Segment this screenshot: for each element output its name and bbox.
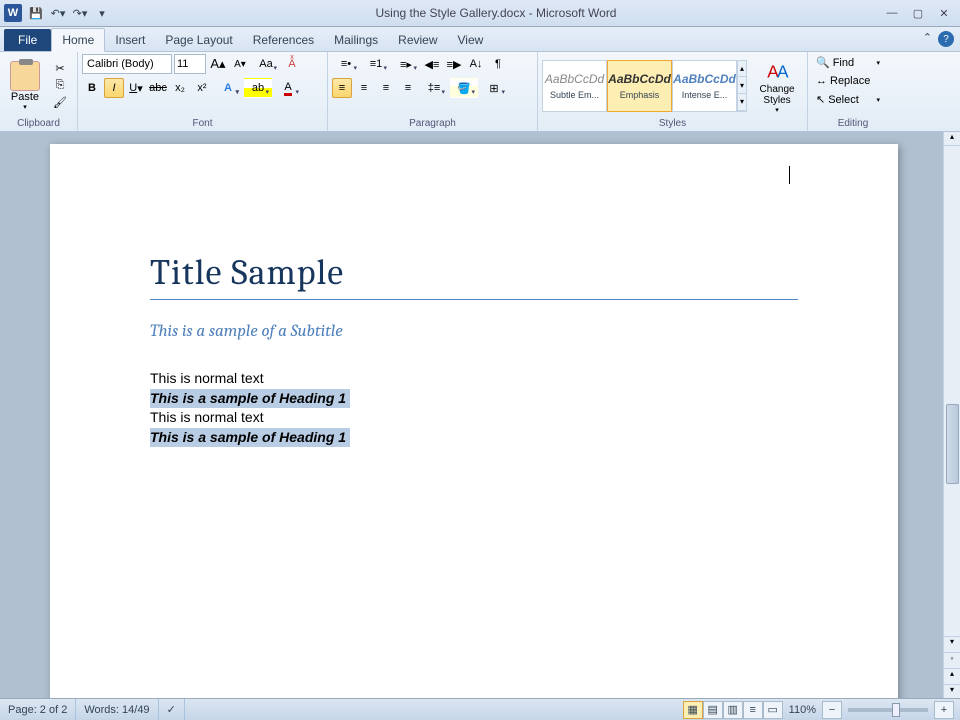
- style-subtle-emphasis[interactable]: AaBbCcDd Subtle Em...: [542, 60, 607, 112]
- style-intense-emphasis[interactable]: AaBbCcDd Intense E...: [672, 60, 737, 112]
- change-styles-icon: AA: [764, 58, 790, 84]
- fullscreen-view[interactable]: ▤: [703, 701, 723, 719]
- home-tab[interactable]: Home: [51, 28, 105, 52]
- font-color-icon[interactable]: A: [274, 78, 302, 98]
- superscript-button[interactable]: x²: [192, 78, 212, 98]
- undo-icon[interactable]: ↶▾: [48, 3, 68, 23]
- paste-icon: [10, 61, 40, 91]
- styles-group-label: Styles: [542, 117, 803, 131]
- sort-icon[interactable]: A↓: [466, 54, 486, 74]
- numbering-icon[interactable]: ≡1: [362, 54, 390, 74]
- replace-button[interactable]: ↔Replace: [812, 73, 884, 89]
- doc-line[interactable]: This is normal text: [150, 408, 798, 428]
- status-words[interactable]: Words: 14/49: [76, 699, 158, 720]
- replace-icon: ↔: [816, 75, 827, 87]
- multilevel-icon[interactable]: ≡▸: [392, 54, 420, 74]
- close-button[interactable]: ✕: [932, 4, 956, 22]
- decrease-indent-icon[interactable]: ◀≡: [422, 54, 442, 74]
- browse-object-icon[interactable]: ◦: [944, 652, 960, 666]
- format-painter-icon[interactable]: 🖌: [50, 95, 70, 111]
- doc-line[interactable]: This is a sample of Heading 1: [150, 389, 798, 409]
- minimize-ribbon-icon[interactable]: ⌃: [923, 31, 932, 47]
- bold-button[interactable]: B: [82, 78, 102, 98]
- style-emphasis[interactable]: AaBbCcDd Emphasis: [607, 60, 672, 112]
- show-hide-icon[interactable]: ¶: [488, 54, 508, 74]
- status-proofing-icon[interactable]: ✓: [159, 699, 185, 720]
- text-cursor: [789, 166, 790, 184]
- page-layout-tab[interactable]: Page Layout: [155, 29, 242, 51]
- change-case-icon[interactable]: Aa: [252, 54, 280, 74]
- find-button[interactable]: 🔍Find▾: [812, 54, 884, 71]
- doc-line[interactable]: This is a sample of Heading 1: [150, 428, 798, 448]
- change-styles-button[interactable]: AA Change Styles ▾: [751, 56, 803, 116]
- zoom-slider[interactable]: [848, 708, 928, 712]
- line-spacing-icon[interactable]: ‡≡: [420, 78, 448, 98]
- insert-tab[interactable]: Insert: [105, 29, 155, 51]
- print-layout-view[interactable]: ▦: [683, 701, 703, 719]
- clipboard-group-label: Clipboard: [4, 117, 73, 131]
- doc-subtitle[interactable]: This is a sample of a Subtitle: [150, 322, 798, 341]
- copy-icon[interactable]: ⎘: [50, 78, 70, 94]
- editing-group-label: Editing: [812, 117, 894, 131]
- find-icon: 🔍: [816, 56, 830, 69]
- strikethrough-button[interactable]: abc: [148, 78, 168, 98]
- styles-scroll-up[interactable]: ▴: [738, 61, 746, 78]
- shrink-font-icon[interactable]: A▾: [230, 54, 250, 74]
- doc-title[interactable]: Title Sample: [150, 252, 798, 300]
- document-page[interactable]: Title Sample This is a sample of a Subti…: [50, 144, 898, 698]
- mailings-tab[interactable]: Mailings: [324, 29, 388, 51]
- select-button[interactable]: ↖Select▾: [812, 91, 884, 108]
- align-left-icon[interactable]: ≡: [332, 78, 352, 98]
- underline-button[interactable]: U▾: [126, 78, 146, 98]
- clear-formatting-icon[interactable]: Aͯ: [282, 54, 302, 74]
- review-tab[interactable]: Review: [388, 29, 447, 51]
- paragraph-group-label: Paragraph: [332, 117, 533, 131]
- highlight-icon[interactable]: ab: [244, 78, 272, 98]
- styles-expand[interactable]: ▾: [738, 94, 746, 111]
- view-tab[interactable]: View: [448, 29, 494, 51]
- vertical-scrollbar[interactable]: ▴ ▾ ◦ ▴ ▾: [943, 132, 960, 698]
- borders-icon[interactable]: ⊞: [480, 78, 508, 98]
- outline-view[interactable]: ≡: [743, 701, 763, 719]
- grow-font-icon[interactable]: A▴: [208, 54, 228, 74]
- paste-button[interactable]: Paste ▾: [4, 59, 46, 113]
- justify-icon[interactable]: ≡: [398, 78, 418, 98]
- redo-icon[interactable]: ↷▾: [70, 3, 90, 23]
- subscript-button[interactable]: x₂: [170, 78, 190, 98]
- minimize-button[interactable]: —: [880, 4, 904, 22]
- select-icon: ↖: [816, 93, 825, 106]
- status-page[interactable]: Page: 2 of 2: [0, 699, 76, 720]
- text-effects-icon[interactable]: A: [214, 78, 242, 98]
- align-center-icon[interactable]: ≡: [354, 78, 374, 98]
- paste-label: Paste: [11, 91, 39, 103]
- zoom-level[interactable]: 110%: [783, 704, 822, 716]
- scrollbar-thumb[interactable]: [946, 404, 959, 484]
- bullets-icon[interactable]: ≡•: [332, 54, 360, 74]
- styles-scroll-down[interactable]: ▾: [738, 77, 746, 94]
- maximize-button[interactable]: ▢: [906, 4, 930, 22]
- font-name-combo[interactable]: [82, 54, 172, 74]
- doc-line[interactable]: This is normal text: [150, 369, 798, 389]
- align-right-icon[interactable]: ≡: [376, 78, 396, 98]
- references-tab[interactable]: References: [243, 29, 324, 51]
- prev-page-icon[interactable]: ▴: [944, 668, 960, 682]
- save-icon[interactable]: 💾: [26, 3, 46, 23]
- cut-icon[interactable]: ✂: [50, 61, 70, 77]
- zoom-out-button[interactable]: −: [822, 701, 842, 719]
- help-icon[interactable]: ?: [938, 31, 954, 47]
- next-page-icon[interactable]: ▾: [944, 684, 960, 698]
- italic-button[interactable]: I: [104, 78, 124, 98]
- shading-icon[interactable]: 🪣: [450, 78, 478, 98]
- file-tab[interactable]: File: [4, 29, 51, 51]
- zoom-in-button[interactable]: +: [934, 701, 954, 719]
- window-title: Using the Style Gallery.docx - Microsoft…: [112, 6, 880, 20]
- font-group-label: Font: [82, 117, 323, 131]
- svg-text:A: A: [777, 61, 789, 81]
- web-layout-view[interactable]: ▥: [723, 701, 743, 719]
- font-size-combo[interactable]: [174, 54, 206, 74]
- qat-more-icon[interactable]: ▾: [92, 3, 112, 23]
- draft-view[interactable]: ▭: [763, 701, 783, 719]
- increase-indent-icon[interactable]: ≡▶: [444, 54, 464, 74]
- word-app-icon: W: [4, 4, 22, 22]
